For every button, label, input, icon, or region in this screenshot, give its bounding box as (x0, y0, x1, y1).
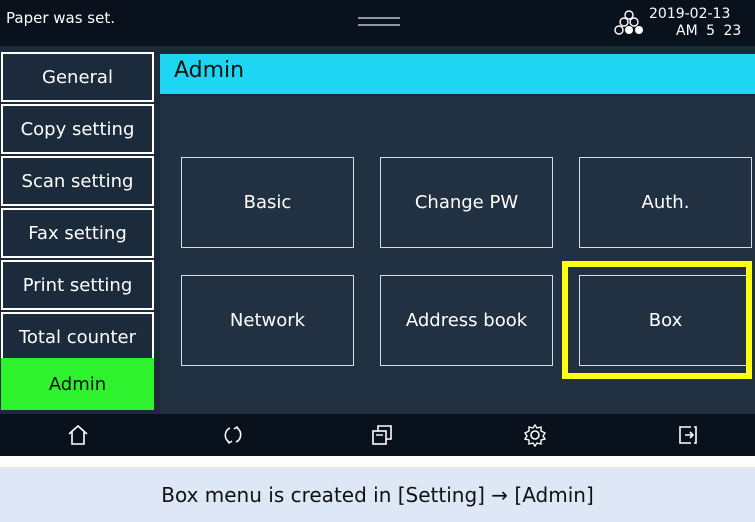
sidebar-item-print-setting[interactable]: Print setting (1, 260, 154, 310)
sidebar-item-total-counter[interactable]: Total counter (1, 312, 154, 362)
status-date: 2019-02-13 (649, 6, 731, 22)
address-book-button[interactable]: Address book (380, 275, 553, 366)
sidebar-item-copy-setting[interactable]: Copy setting (1, 104, 154, 154)
drag-handle-icon[interactable] (358, 15, 400, 27)
settings-gear-icon[interactable] (522, 422, 548, 448)
highlight-box (562, 261, 752, 379)
bottom-nav (0, 414, 755, 456)
sidebar-item-general[interactable]: General (1, 52, 154, 102)
basic-button[interactable]: Basic (181, 157, 354, 248)
settings-sidebar: General Copy setting Scan setting Fax se… (0, 50, 157, 412)
status-message: Paper was set. (6, 9, 115, 27)
home-icon[interactable] (65, 422, 91, 448)
copy-icon[interactable] (369, 422, 395, 448)
sidebar-item-fax-setting[interactable]: Fax setting (1, 208, 154, 258)
page-title-bar: Admin (160, 54, 755, 94)
page-title: Admin (174, 58, 245, 83)
change-pw-button[interactable]: Change PW (380, 157, 553, 248)
logout-icon[interactable] (675, 422, 701, 448)
caption-text: Box menu is created in [Setting] → [Admi… (161, 482, 594, 507)
network-button[interactable]: Network (181, 275, 354, 366)
auth-button[interactable]: Auth. (579, 157, 752, 248)
device-screen: Paper was set. 2019-02-13 AM 5 23 Genera… (0, 0, 755, 456)
status-bar: Paper was set. 2019-02-13 AM 5 23 (0, 0, 755, 46)
caption: Box menu is created in [Setting] → [Admi… (0, 467, 755, 522)
sidebar-item-admin[interactable]: Admin (1, 358, 154, 410)
sidebar-item-scan-setting[interactable]: Scan setting (1, 156, 154, 206)
toner-dots-icon (614, 10, 643, 35)
status-time: AM 5 23 (676, 23, 742, 39)
refresh-icon[interactable] (220, 422, 246, 448)
